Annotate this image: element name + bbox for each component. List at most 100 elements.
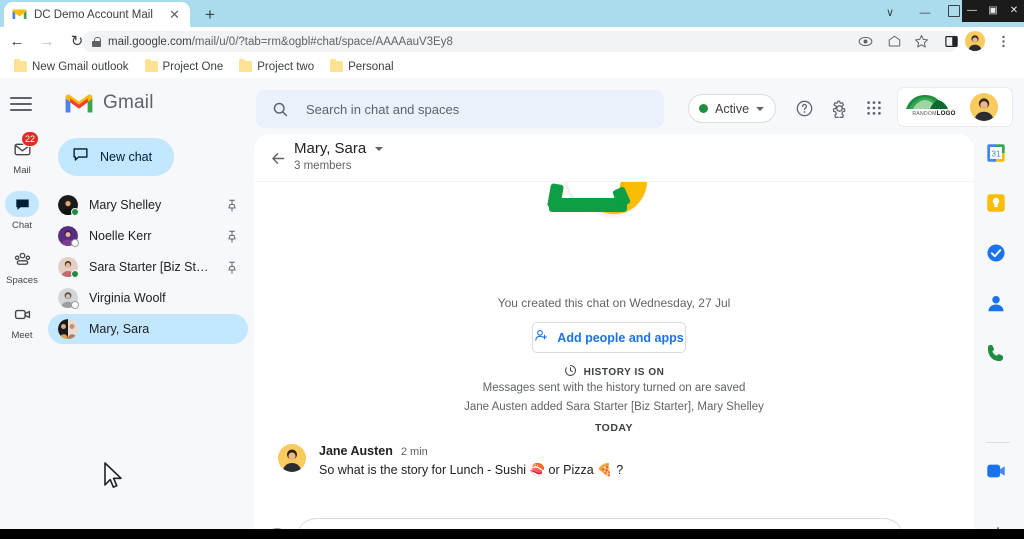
new-chat-button[interactable]: New chat — [58, 138, 174, 176]
contacts-icon[interactable] — [985, 292, 1011, 318]
search-icon — [272, 101, 289, 118]
history-clock-icon — [564, 364, 577, 380]
status-badge[interactable]: Active — [688, 94, 776, 123]
pin-icon[interactable] — [226, 199, 238, 212]
hamburger-icon[interactable] — [9, 95, 33, 113]
bookmark-label: Project two — [257, 60, 315, 73]
presence-indicator — [71, 208, 79, 216]
os-close-button[interactable]: ✕ — [1004, 0, 1024, 22]
folder-icon — [144, 58, 158, 72]
mouse-cursor — [103, 462, 125, 492]
apps-grid-icon[interactable] — [862, 96, 886, 120]
window-minimize-button[interactable]: — — [915, 4, 935, 22]
star-icon[interactable] — [911, 31, 932, 52]
sidebar-item-spaces[interactable]: Spaces — [3, 246, 41, 294]
address-bar-text: mail.google.com/mail/u/0/?tab=rm&ogbl#ch… — [108, 36, 453, 48]
browser-tab[interactable]: DC Demo Account Mail ✕ — [4, 2, 190, 27]
chat-list-item-virginia-woolf[interactable]: Virginia Woolf — [48, 283, 248, 313]
chat-list-item-sara-starter[interactable]: Sara Starter [Biz St… — [48, 252, 248, 282]
eye-icon[interactable] — [855, 31, 876, 52]
back-button[interactable]: ← — [4, 28, 30, 54]
day-divider: TODAY — [594, 422, 634, 434]
add-people-label: Add people and apps — [557, 330, 684, 345]
brand-logo: RANDOMLOGO — [904, 92, 964, 122]
bookmark-item[interactable]: Project One — [137, 58, 232, 73]
account-logo-box[interactable]: RANDOMLOGO — [898, 88, 1012, 126]
profile-avatar[interactable] — [965, 31, 985, 51]
bookmark-item[interactable]: Personal — [322, 58, 401, 73]
bookmarks-bar: New Gmail outlook Project One Project tw… — [0, 55, 1024, 78]
gmail-brand-label: Gmail — [103, 92, 154, 113]
message-author: Jane Austen — [319, 444, 393, 458]
message-meta: Jane Austen 2 min — [319, 444, 938, 458]
gear-icon[interactable] — [827, 96, 851, 120]
add-person-icon — [534, 328, 549, 348]
folder-icon — [330, 58, 344, 72]
voice-icon[interactable] — [985, 342, 1011, 368]
os-maximize-button[interactable]: ▣ — [983, 0, 1003, 22]
browser-tab-strip: DC Demo Account Mail ✕ + ∨ — — ▣ ✕ — [0, 0, 1024, 27]
sidebar-item-meet[interactable]: Meet — [3, 301, 41, 349]
conversation-title-group[interactable]: Mary, Sara — [294, 140, 384, 157]
pin-icon[interactable] — [226, 230, 238, 243]
url-domain: mail.google.com — [108, 35, 192, 48]
close-tab-icon[interactable]: ✕ — [167, 7, 182, 22]
member-count: 3 members — [294, 160, 352, 172]
status-label: Active — [715, 101, 750, 116]
search-input[interactable]: Search in chat and spaces — [256, 90, 664, 128]
divider — [986, 442, 1010, 443]
pin-icon[interactable] — [226, 261, 238, 274]
calendar-icon[interactable]: 31 — [985, 142, 1011, 168]
message-text: So what is the story for Lunch - Sushi 🍣… — [319, 463, 624, 477]
back-arrow-icon[interactable] — [266, 146, 290, 170]
history-status: HISTORY IS ON — [254, 364, 974, 380]
bookmark-item[interactable]: Project two — [231, 58, 322, 73]
avatar — [58, 195, 79, 216]
message-item: Jane Austen 2 min So what is the story f… — [278, 444, 938, 478]
window-maximize-button[interactable] — [948, 5, 960, 17]
presence-indicator — [71, 239, 79, 247]
meet-icon[interactable] — [985, 460, 1011, 486]
message-timestamp: 2 min — [400, 446, 428, 458]
presence-indicator — [71, 301, 79, 309]
sidebar-item-chat[interactable]: Chat — [3, 191, 41, 239]
address-bar[interactable]: mail.google.com/mail/u/0/?tab=rm&ogbl#ch… — [82, 31, 958, 52]
spaces-icon — [5, 246, 39, 272]
keep-icon[interactable] — [985, 192, 1011, 218]
message-body: Jane Austen 2 min So what is the story f… — [319, 444, 938, 478]
avatar — [58, 257, 79, 278]
lock-icon — [92, 36, 101, 47]
chat-list-item-noelle-kerr[interactable]: Noelle Kerr — [48, 221, 248, 251]
presence-indicator — [71, 270, 79, 278]
conversation-header: Mary, Sara 3 members — [254, 134, 974, 182]
bookmark-label: Project One — [162, 60, 224, 73]
status-dot-icon — [699, 104, 708, 113]
chevron-down-icon — [756, 106, 765, 111]
sidebar-item-mail[interactable]: 22 Mail — [3, 131, 41, 184]
avatar — [278, 444, 306, 472]
chat-list-item-mary-sara[interactable]: Mary, Sara — [48, 314, 248, 344]
add-people-and-apps-button[interactable]: Add people and apps — [532, 322, 686, 353]
help-icon[interactable] — [792, 96, 816, 120]
browser-tab-title: DC Demo Account Mail — [34, 8, 153, 21]
folder-icon — [239, 58, 253, 72]
os-minimize-button[interactable]: — — [962, 0, 982, 22]
chat-list-item-label: Noelle Kerr — [89, 229, 152, 243]
history-note: Messages sent with the history turned on… — [482, 382, 746, 394]
side-panel-icon[interactable] — [941, 31, 962, 52]
svg-text:31: 31 — [991, 150, 1001, 159]
tasks-icon[interactable] — [985, 242, 1011, 268]
avatar — [58, 226, 79, 247]
gmail-logo[interactable]: Gmail — [64, 92, 154, 114]
chat-list-item-mary-shelley[interactable]: Mary Shelley — [48, 190, 248, 220]
bookmark-item[interactable]: New Gmail outlook — [6, 58, 137, 73]
share-icon[interactable] — [884, 31, 905, 52]
chat-list-item-label: Sara Starter [Biz St… — [89, 260, 209, 274]
new-tab-button[interactable]: + — [200, 5, 220, 25]
more-menu-icon[interactable] — [993, 31, 1014, 52]
window-caret-icon[interactable]: ∨ — [880, 4, 900, 22]
avatar[interactable] — [970, 93, 998, 121]
screen-bottom-edge — [0, 529, 1024, 539]
welcome-illustration — [539, 182, 669, 226]
forward-button[interactable]: → — [34, 28, 60, 54]
